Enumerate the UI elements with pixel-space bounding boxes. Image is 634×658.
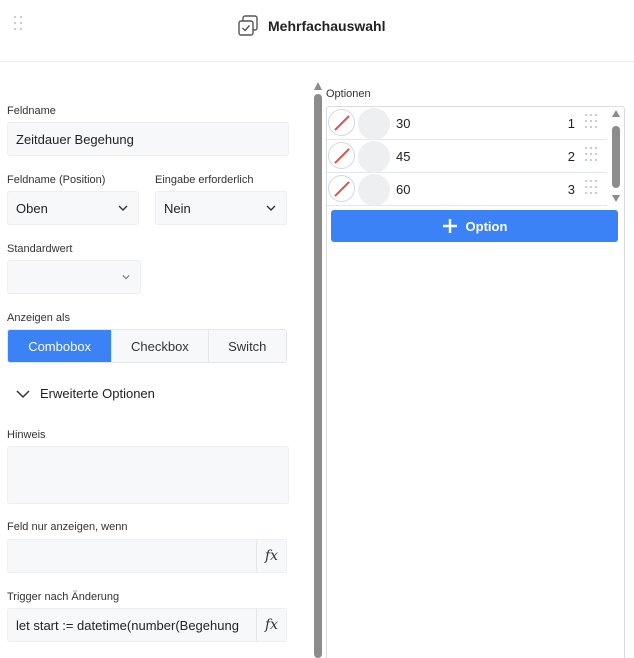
option-row: 30 1 (327, 107, 607, 140)
display-segmented-control: Combobox Checkbox Switch (7, 329, 287, 363)
delete-icon[interactable] (328, 142, 355, 169)
hint-label: Hinweis (7, 429, 46, 441)
display-label: Anzeigen als (7, 312, 70, 324)
scroll-down-icon[interactable] (612, 195, 620, 202)
display-option-switch[interactable]: Switch (207, 330, 286, 362)
plus-icon (442, 219, 457, 233)
feldname-input[interactable]: Zeitdauer Begehung (7, 122, 289, 156)
advanced-options-toggle[interactable]: Erweiterte Optionen (16, 386, 155, 401)
option-row: 45 2 (327, 140, 607, 173)
delete-icon[interactable] (328, 175, 355, 202)
chevron-down-icon (118, 205, 128, 211)
option-value[interactable]: 30 (396, 116, 410, 131)
option-value[interactable]: 60 (396, 182, 410, 197)
drag-handle-icon[interactable] (14, 16, 28, 34)
position-select[interactable]: Oben (7, 191, 139, 225)
formula-icon[interactable]: fx (256, 608, 287, 642)
scroll-up-icon[interactable] (314, 82, 322, 90)
dialog-title: Mehrfachauswahl (268, 18, 386, 34)
form-scrollbar[interactable] (313, 82, 323, 658)
options-label: Optionen (326, 88, 371, 100)
required-select-value: Nein (164, 200, 191, 216)
position-label: Feldname (Position) (7, 174, 106, 186)
formula-icon[interactable]: fx (256, 539, 287, 573)
position-select-value: Oben (16, 200, 48, 216)
condition-input[interactable] (7, 539, 257, 573)
option-color-swatch[interactable] (358, 141, 390, 173)
option-index: 2 (567, 149, 575, 164)
drag-handle-icon[interactable] (585, 180, 597, 198)
chevron-down-icon (122, 275, 130, 280)
option-row: 60 3 (327, 173, 607, 206)
option-index: 1 (567, 116, 575, 131)
options-scrollbar-thumb[interactable] (612, 126, 620, 188)
add-option-button[interactable]: Option (331, 210, 618, 242)
drag-handle-icon[interactable] (585, 114, 597, 132)
advanced-options-label: Erweiterte Optionen (40, 386, 155, 401)
hint-textarea[interactable] (7, 446, 289, 504)
option-color-swatch[interactable] (358, 174, 390, 206)
options-panel: 30 1 45 2 60 3 Option (326, 106, 625, 658)
chevron-down-icon (16, 389, 30, 398)
form-scrollbar-thumb[interactable] (314, 94, 322, 658)
option-color-swatch[interactable] (358, 108, 390, 140)
dialog-header: Mehrfachauswahl (0, 0, 634, 62)
required-select[interactable]: Nein (155, 191, 287, 225)
chevron-down-icon (266, 205, 276, 211)
default-label: Standardwert (7, 243, 73, 255)
required-label: Eingabe erforderlich (155, 174, 254, 186)
trigger-label: Trigger nach Änderung (7, 591, 120, 603)
drag-handle-icon[interactable] (585, 147, 597, 165)
feldname-label: Feldname (7, 105, 56, 117)
delete-icon[interactable] (328, 109, 355, 136)
multi-select-icon (238, 15, 258, 36)
display-option-combobox[interactable]: Combobox (8, 330, 112, 362)
option-value[interactable]: 45 (396, 149, 410, 164)
condition-label: Feld nur anzeigen, wenn (7, 521, 128, 533)
display-option-checkbox[interactable]: Checkbox (111, 330, 208, 362)
option-index: 3 (567, 182, 575, 197)
title-group: Mehrfachauswahl (236, 13, 385, 39)
trigger-input[interactable]: let start := datetime(number(Begehung (7, 608, 257, 642)
options-scrollbar[interactable] (610, 110, 622, 202)
default-select[interactable] (7, 260, 141, 294)
scroll-up-icon[interactable] (612, 110, 620, 117)
add-option-label: Option (465, 218, 508, 234)
